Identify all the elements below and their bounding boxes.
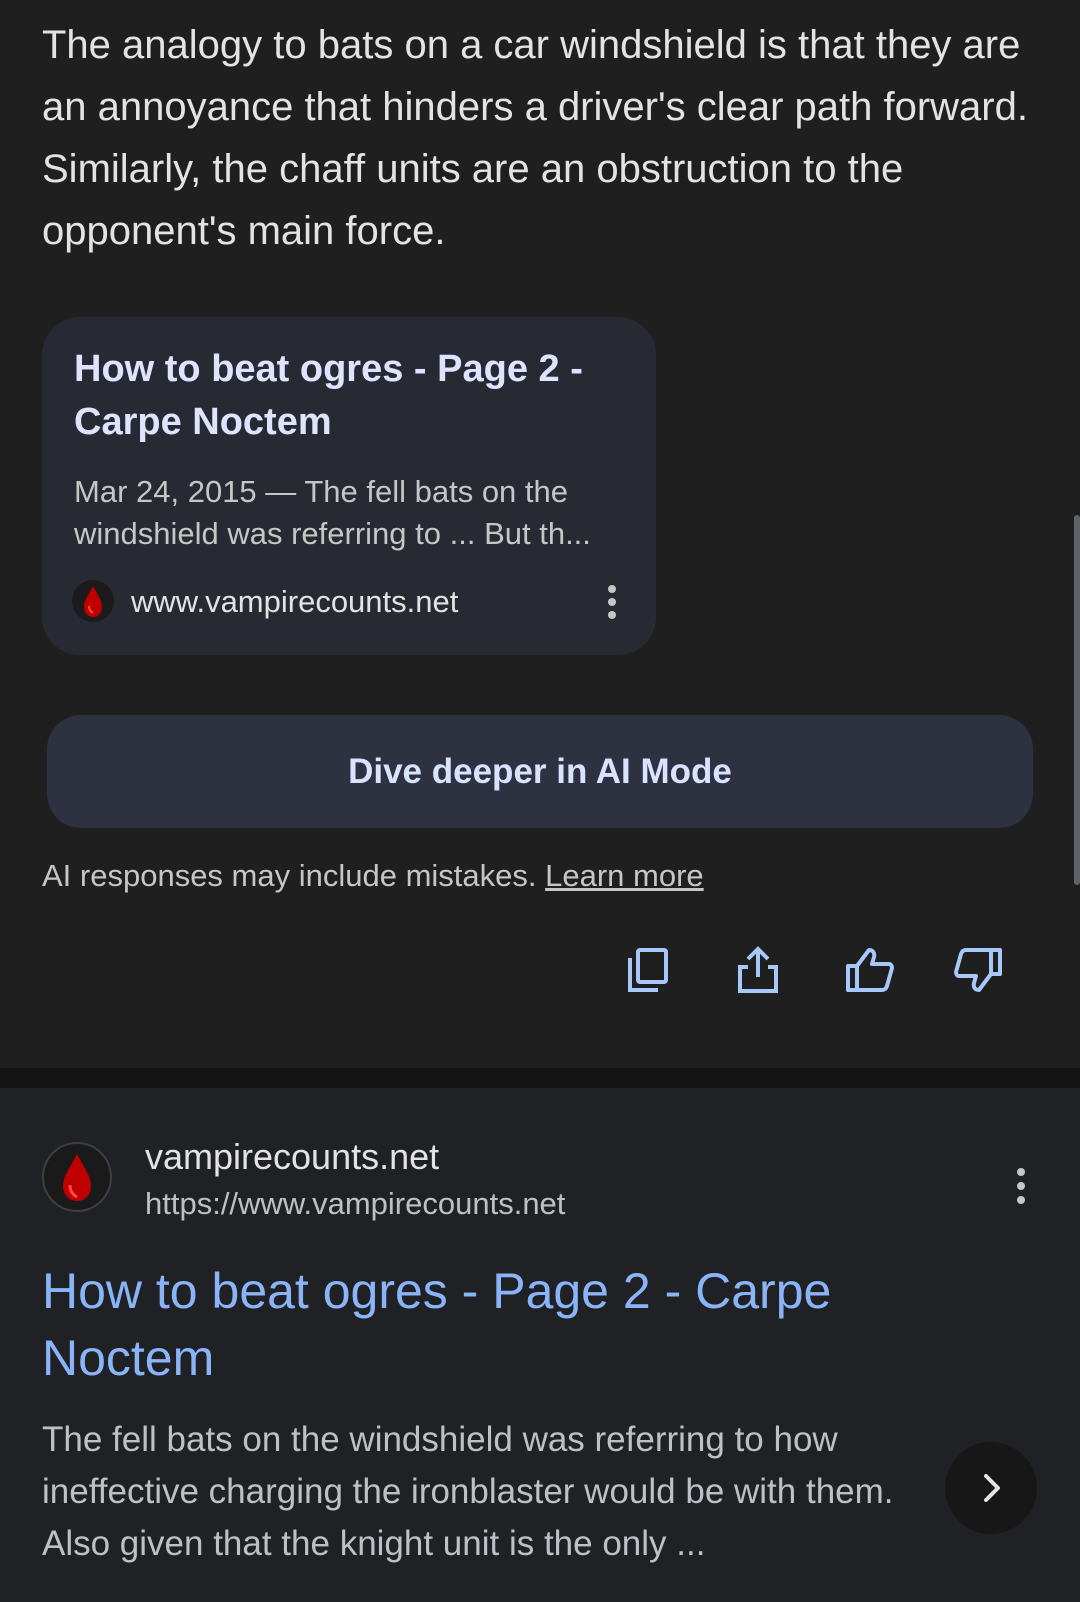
source-card[interactable]: How to beat ogres - Page 2 - Carpe Nocte… bbox=[42, 317, 656, 655]
source-card-snippet: Mar 24, 2015 — The fell bats on the wind… bbox=[74, 474, 591, 551]
ai-disclaimer: AI responses may include mistakes. Learn… bbox=[42, 856, 704, 896]
source-card-site: www.vampirecounts.net bbox=[131, 584, 459, 619]
blood-drop-icon bbox=[42, 1142, 112, 1212]
learn-more-link[interactable]: Learn more bbox=[545, 858, 704, 893]
blood-drop-icon bbox=[72, 580, 114, 622]
search-result: vampirecounts.net https://www.vampirecou… bbox=[0, 1088, 1080, 1602]
more-vert-icon[interactable] bbox=[602, 585, 622, 619]
thumbs-down-icon[interactable] bbox=[948, 940, 1008, 1000]
ai-answer-paragraph: The analogy to bats on a car windshield … bbox=[42, 23, 1028, 253]
result-site-name: vampirecounts.net bbox=[145, 1136, 440, 1177]
thumbs-up-icon[interactable] bbox=[840, 940, 900, 1000]
chevron-right-icon[interactable] bbox=[945, 1442, 1037, 1534]
share-icon[interactable] bbox=[728, 940, 788, 1000]
result-snippet: The fell bats on the windshield was refe… bbox=[42, 1420, 894, 1563]
dive-deeper-button[interactable]: Dive deeper in AI Mode bbox=[47, 715, 1033, 828]
result-title-link[interactable]: How to beat ogres - Page 2 - Carpe Nocte… bbox=[42, 1258, 942, 1392]
ai-overview: The analogy to bats on a car windshield … bbox=[0, 0, 1080, 1068]
more-vert-icon[interactable] bbox=[1011, 1168, 1031, 1204]
disclaimer-text: AI responses may include mistakes. bbox=[42, 858, 537, 893]
section-divider bbox=[0, 1068, 1080, 1088]
result-url: https://www.vampirecounts.net bbox=[145, 1186, 566, 1221]
scrollbar[interactable] bbox=[1074, 515, 1080, 885]
source-card-title[interactable]: How to beat ogres - Page 2 - Carpe Nocte… bbox=[74, 343, 634, 449]
copy-icon[interactable] bbox=[618, 940, 678, 1000]
